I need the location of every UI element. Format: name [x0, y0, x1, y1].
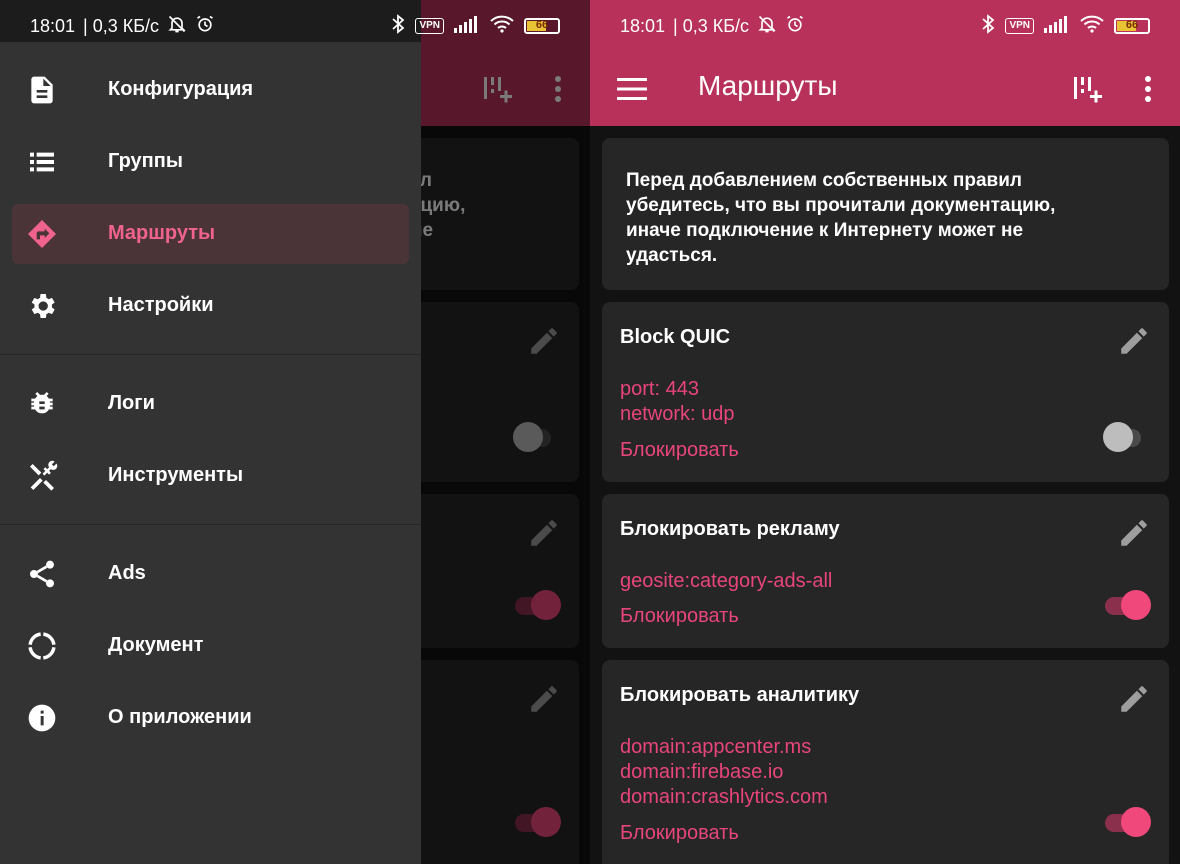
clock: 18:01: [620, 15, 666, 36]
drawer-item-label: Документ: [108, 634, 204, 656]
route-icon: [26, 218, 58, 250]
drawer-item-label: О приложении: [108, 706, 252, 728]
navigation-drawer: Конфигурация Группы Маршруты Настройки Л…: [0, 0, 421, 864]
rule-condition: port: 443: [620, 378, 699, 400]
screen-with-drawer: Перед добавлением собственных правилубед…: [0, 0, 590, 864]
add-rule-icon[interactable]: [1066, 69, 1106, 109]
rule-condition: domain:appcenter.ms: [620, 736, 812, 758]
rule-name: Блокировать рекламу: [620, 518, 840, 540]
notice-card: Перед добавлением собственных правилубед…: [602, 138, 1169, 290]
alarm-icon: [195, 14, 215, 39]
clock: 18:01: [30, 15, 76, 36]
tools-icon: [26, 460, 58, 492]
drawer-item-document[interactable]: Документ: [12, 616, 409, 676]
rule-name: Block QUIC: [620, 326, 731, 348]
bluetooth-icon: [981, 13, 995, 39]
drawer-item-groups[interactable]: Группы: [12, 132, 409, 192]
rule-card-block-ads[interactable]: Блокировать рекламу geosite:category-ads…: [602, 494, 1169, 648]
page-title: Маршруты: [698, 70, 838, 101]
drawer-item-about[interactable]: О приложении: [12, 688, 409, 748]
bug-icon: [26, 388, 58, 420]
status-bar: 18:01 | 0,3 КБ/с VPN 66: [590, 0, 1180, 52]
rule-card-block-quic[interactable]: Block QUIC port: 443 network: udp Блокир…: [602, 302, 1169, 482]
rule-condition: domain:crashlytics.com: [620, 786, 828, 808]
drawer-item-settings[interactable]: Настройки: [12, 276, 409, 336]
edit-icon[interactable]: [1117, 516, 1151, 550]
app-bar: 18:01 | 0,3 КБ/с VPN 66 Маршруты: [590, 0, 1180, 126]
alarm-icon: [785, 14, 805, 39]
rule-toggle[interactable]: [1103, 805, 1151, 839]
drawer-item-label: Маршруты: [108, 222, 216, 244]
drawer-item-label: Инструменты: [108, 464, 244, 486]
drawer-item-label: Логи: [108, 392, 155, 414]
network-speed: | 0,3 КБ/с: [83, 15, 160, 36]
routes-screen: 18:01 | 0,3 КБ/с VPN 66 Маршруты Перед д…: [590, 0, 1180, 864]
rule-toggle[interactable]: [1103, 420, 1151, 454]
signal-icon: [1044, 15, 1070, 38]
drawer-item-label: Ads: [108, 562, 146, 584]
share-icon: [26, 558, 58, 590]
info-icon: [26, 702, 58, 734]
vpn-badge: VPN: [1005, 18, 1034, 34]
drawer-divider: [0, 354, 421, 355]
drawer-item-ads[interactable]: Ads: [12, 544, 409, 604]
wifi-icon: [490, 15, 514, 38]
battery-icon: 66: [1114, 18, 1150, 34]
rule-toggle[interactable]: [1103, 588, 1151, 622]
rule-action: Блокировать: [620, 822, 739, 844]
list-icon: [26, 146, 58, 178]
drawer-item-logs[interactable]: Логи: [12, 374, 409, 434]
more-vert-icon[interactable]: [1128, 69, 1168, 109]
rule-name: Блокировать аналитику: [620, 684, 860, 706]
wifi-icon: [1080, 15, 1104, 38]
gear-icon: [26, 290, 58, 322]
signal-icon: [454, 15, 480, 38]
mute-icon: [167, 14, 187, 39]
vpn-badge: VPN: [415, 18, 444, 34]
drawer-item-label: Конфигурация: [108, 78, 254, 100]
drawer-divider: [0, 524, 421, 525]
drawer-item-routes[interactable]: Маршруты: [12, 204, 409, 264]
rule-condition: domain:firebase.io: [620, 761, 784, 783]
loading-icon: [26, 630, 58, 662]
notice-text: Перед добавлением собственных правилубед…: [626, 170, 1056, 266]
mute-icon: [757, 14, 777, 39]
edit-icon[interactable]: [1117, 324, 1151, 358]
rule-condition: network: udp: [620, 403, 735, 425]
network-speed: | 0,3 КБ/с: [673, 15, 750, 36]
rule-action: Блокировать: [620, 439, 739, 461]
rule-card-block-analytics[interactable]: Блокировать аналитику domain:appcenter.m…: [602, 660, 1169, 864]
drawer-item-label: Настройки: [108, 294, 214, 316]
rule-action: Блокировать: [620, 605, 739, 627]
edit-icon[interactable]: [1117, 682, 1151, 716]
rule-condition: geosite:category-ads-all: [620, 570, 833, 592]
drawer-item-label: Группы: [108, 150, 183, 172]
battery-icon: 66: [524, 18, 560, 34]
drawer-item-tools[interactable]: Инструменты: [12, 446, 409, 506]
drawer-item-config[interactable]: Конфигурация: [12, 60, 409, 120]
document-icon: [26, 74, 58, 106]
rules-list: Перед добавлением собственных правилубед…: [590, 126, 1180, 864]
status-bar: 18:01 | 0,3 КБ/с VPN 66: [0, 0, 590, 52]
bluetooth-icon: [391, 13, 405, 39]
menu-icon[interactable]: [612, 69, 652, 109]
